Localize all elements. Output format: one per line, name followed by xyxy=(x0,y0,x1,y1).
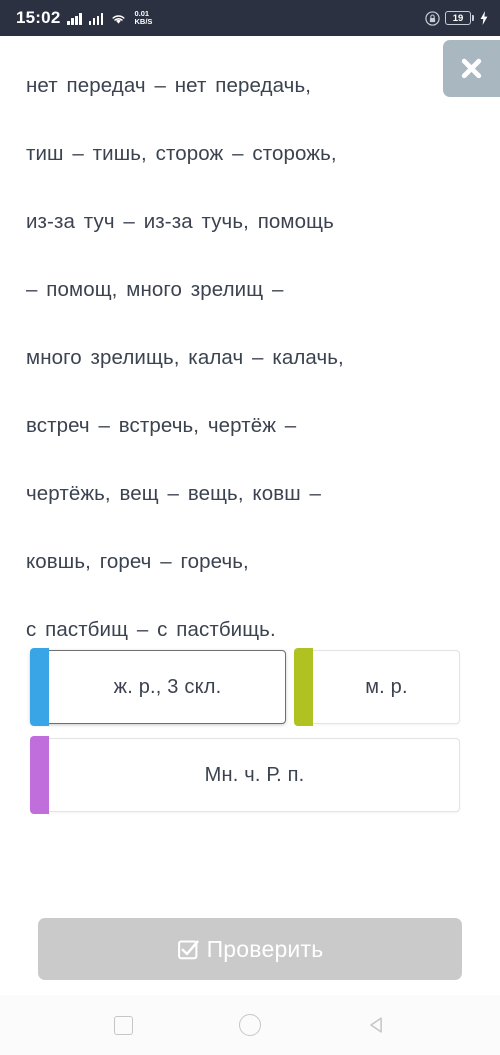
charging-bolt-icon xyxy=(479,11,488,25)
wifi-icon xyxy=(110,12,127,25)
answer-card-row: Мн. ч. Р. п. xyxy=(30,736,460,814)
battery-cap xyxy=(472,15,474,21)
answer-cards: ж. р., 3 скл. м. р. Мн. ч. Р. п. xyxy=(29,648,460,826)
nav-recents-button[interactable] xyxy=(103,1005,143,1045)
answer-card-row: ж. р., 3 скл. м. р. xyxy=(29,648,460,726)
network-speed: 0.01 KB/S xyxy=(134,10,152,26)
card-color-stripe xyxy=(294,648,313,726)
checkbox-checked-icon xyxy=(177,938,200,961)
signal-bars-icon-sim2 xyxy=(88,12,104,25)
status-bar-left: 15:02 0.01 KB/S xyxy=(16,8,425,28)
answer-card-feminine-3rd[interactable]: ж. р., 3 скл. xyxy=(29,648,286,726)
task-line: чертёжь, вещ – вещь, ковш – xyxy=(26,482,322,505)
triangle-left-icon xyxy=(366,1014,388,1036)
signal-bars-icon-sim1 xyxy=(67,12,82,25)
battery-level: 19 xyxy=(445,11,471,25)
task-line: из-за туч – из-за тучь, помощь xyxy=(26,210,334,233)
circle-icon xyxy=(238,1014,261,1036)
check-button[interactable]: Проверить xyxy=(38,918,462,980)
task-text: нет передач – нет передачь, тиш – тишь, … xyxy=(26,52,474,664)
answer-card-label: Мн. ч. Р. п. xyxy=(204,763,305,786)
app-content: нет передач – нет передачь, тиш – тишь, … xyxy=(0,36,500,995)
nav-back-button[interactable] xyxy=(357,1005,397,1045)
battery-icon: 19 xyxy=(445,11,474,25)
answer-card-label: ж. р., 3 скл. xyxy=(113,675,222,698)
lock-icon xyxy=(425,10,440,26)
android-nav-bar xyxy=(0,995,500,1055)
network-speed-unit: KB/S xyxy=(134,17,153,26)
card-color-stripe xyxy=(30,736,49,814)
answer-card-plural-genitive[interactable]: Мн. ч. Р. п. xyxy=(30,736,460,814)
task-line: нет передач – нет передачь, xyxy=(26,74,312,97)
task-line: встреч – встречь, чертёж – xyxy=(26,414,297,437)
square-icon xyxy=(113,1015,133,1035)
status-clock: 15:02 xyxy=(16,8,61,27)
task-line: тиш – тишь, сторож – сторожь, xyxy=(26,142,337,165)
task-line: много зрелищь, калач – калачь, xyxy=(26,346,344,369)
task-line: ковшь, гореч – горечь, xyxy=(26,550,249,573)
status-bar: 15:02 0.01 KB/S 19 xyxy=(0,0,500,36)
check-button-label: Проверить xyxy=(206,935,324,962)
task-line: – помощ, много зрелищ – xyxy=(26,278,284,301)
card-color-stripe xyxy=(29,648,49,726)
answer-card-label: м. р. xyxy=(365,675,408,698)
answer-card-masculine[interactable]: м. р. xyxy=(294,648,460,726)
nav-home-button[interactable] xyxy=(230,1005,270,1045)
status-bar-right: 19 xyxy=(425,10,488,26)
